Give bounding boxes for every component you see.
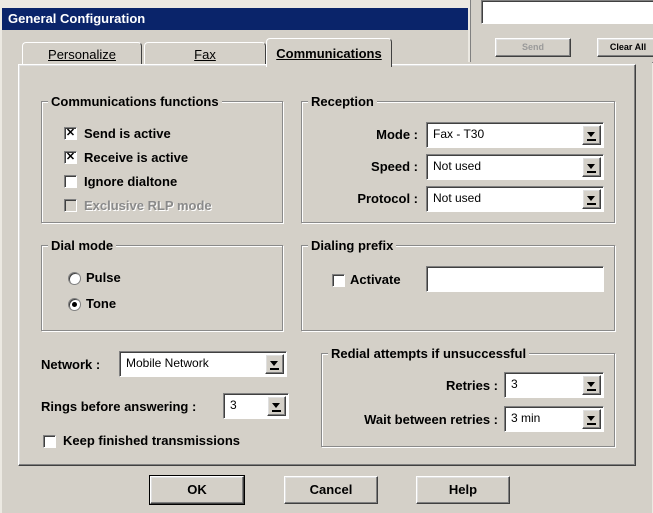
dial-mode-group: Dial mode Pulse Tone [41, 238, 283, 331]
help-button[interactable]: Help [416, 476, 510, 504]
network-select-value: Mobile Network [126, 356, 209, 370]
chevron-down-icon[interactable] [582, 125, 601, 145]
retries-label: Retries : [445, 378, 498, 393]
keep-finished-label: Keep finished transmissions [63, 433, 240, 448]
pulse-radio[interactable] [68, 272, 81, 285]
communications-functions-group: Communications functions ✕ Send is activ… [41, 94, 283, 223]
redial-attempts-title: Redial attempts if unsuccessful [328, 346, 530, 361]
communications-functions-title: Communications functions [48, 94, 222, 109]
keep-finished-checkbox[interactable] [43, 435, 56, 448]
title-bar[interactable]: General Configuration [2, 8, 468, 30]
speed-select-value: Not used [433, 159, 482, 173]
activate-prefix-checkbox[interactable] [332, 274, 345, 287]
reception-title: Reception [308, 94, 377, 109]
dialing-prefix-input[interactable] [426, 266, 604, 292]
speed-select[interactable]: Not used [426, 154, 604, 180]
exclusive-rlp-label: Exclusive RLP mode [84, 198, 212, 213]
dialing-prefix-title: Dialing prefix [308, 238, 397, 253]
tab-communications-label: Communications [276, 46, 382, 61]
ignore-dialtone-label: Ignore dialtone [84, 174, 178, 189]
rings-select-value: 3 [230, 398, 237, 412]
dialing-prefix-group: Dialing prefix Activate [301, 238, 615, 331]
redial-attempts-group: Redial attempts if unsuccessful Retries … [321, 346, 615, 447]
tab-page-communications: Communications functions ✕ Send is activ… [18, 64, 636, 466]
rings-label: Rings before answering : [41, 399, 197, 414]
protocol-select[interactable]: Not used [426, 186, 604, 212]
mode-label: Mode : [376, 127, 418, 142]
ok-button[interactable]: OK [149, 475, 245, 505]
chevron-down-icon[interactable] [582, 409, 601, 429]
reception-group: Reception Mode : Fax - T30 Speed : Not u… [301, 94, 615, 223]
dial-mode-title: Dial mode [48, 238, 117, 253]
send-active-label: Send is active [84, 126, 171, 141]
network-select[interactable]: Mobile Network [119, 351, 287, 377]
dialog-body: General Configuration Personalize Fax Co… [2, 8, 652, 513]
chevron-down-icon[interactable] [582, 157, 601, 177]
receive-active-label: Receive is active [84, 150, 189, 165]
ignore-dialtone-checkbox[interactable] [64, 175, 77, 188]
protocol-label: Protocol : [357, 191, 418, 206]
chevron-down-icon[interactable] [265, 354, 284, 374]
tab-personalize-label: Personalize [48, 47, 116, 62]
tab-fax-label: Fax [194, 47, 216, 62]
window-title: General Configuration [8, 11, 146, 26]
pulse-label: Pulse [86, 270, 121, 285]
tab-personalize[interactable]: Personalize [22, 42, 142, 66]
activate-prefix-label: Activate [350, 272, 401, 287]
exclusive-rlp-checkbox [64, 199, 77, 212]
speed-label: Speed : [371, 159, 418, 174]
wait-between-retries-value: 3 min [511, 411, 541, 425]
mode-select[interactable]: Fax - T30 [426, 122, 604, 148]
wait-between-retries-select[interactable]: 3 min [504, 406, 604, 432]
chevron-down-icon[interactable] [267, 396, 286, 416]
chevron-down-icon[interactable] [582, 375, 601, 395]
tone-label: Tone [86, 296, 117, 311]
tab-fax[interactable]: Fax [144, 42, 266, 66]
retries-select[interactable]: 3 [504, 372, 604, 398]
send-active-checkbox[interactable]: ✕ [64, 127, 77, 140]
protocol-select-value: Not used [433, 191, 482, 205]
wait-between-retries-label: Wait between retries : [364, 412, 498, 427]
retries-select-value: 3 [511, 377, 518, 391]
network-label: Network : [41, 357, 101, 372]
cancel-button[interactable]: Cancel [284, 476, 378, 504]
receive-active-checkbox[interactable]: ✕ [64, 151, 77, 164]
mode-select-value: Fax - T30 [433, 127, 485, 141]
chevron-down-icon[interactable] [582, 189, 601, 209]
tab-communications[interactable]: Communications [266, 38, 392, 67]
rings-select[interactable]: 3 [223, 393, 289, 419]
tone-radio[interactable] [68, 298, 81, 311]
